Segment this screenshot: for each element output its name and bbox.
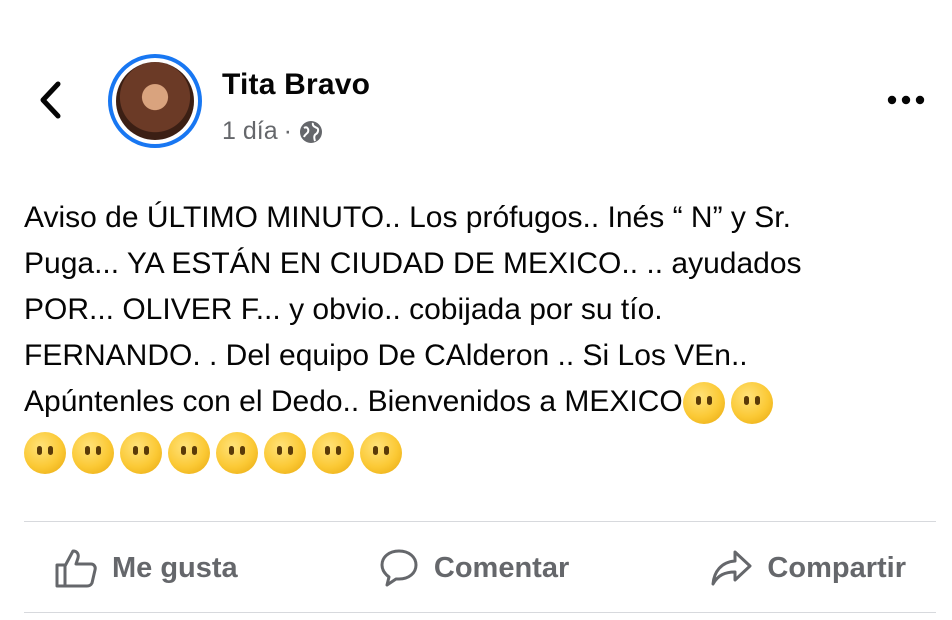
post-text-line-with-emoji: Apúntenles con el Dedo.. Bienvenidos a M…	[24, 379, 936, 425]
face-without-mouth-emoji	[168, 432, 210, 475]
share-button[interactable]: Compartir	[679, 548, 936, 588]
like-label: Me gusta	[112, 551, 238, 584]
meta-separator: ·	[283, 117, 292, 145]
post-text-line: FERNANDO. . Del equipo De CAlderon .. Si…	[24, 339, 748, 372]
post-time[interactable]: 1 día	[222, 117, 278, 146]
face-without-mouth-emoji	[120, 432, 162, 475]
share-label: Compartir	[767, 551, 906, 584]
face-without-mouth-emoji	[216, 432, 258, 475]
face-without-mouth-emoji	[730, 382, 773, 425]
face-without-mouth-emoji	[264, 432, 306, 475]
avatar-image	[116, 62, 194, 140]
more-options-button[interactable]	[880, 82, 932, 118]
post-meta: 1 día ·	[222, 117, 324, 146]
more-horizontal-icon	[887, 95, 925, 105]
emoji-group	[24, 432, 402, 475]
back-button[interactable]	[30, 78, 70, 122]
face-without-mouth-emoji	[24, 432, 66, 475]
comment-button[interactable]: Comentar	[348, 547, 599, 589]
post-body: Aviso de ÚLTIMO MINUTO.. Los prófugos.. …	[24, 195, 936, 475]
post-text-line: Aviso de ÚLTIMO MINUTO.. Los prófugos.. …	[24, 201, 791, 234]
divider-bottom	[24, 612, 936, 613]
face-without-mouth-emoji	[312, 432, 354, 475]
emoji-group	[682, 382, 773, 425]
post-actions-bar: Me gusta Comentar Compartir	[24, 522, 936, 614]
share-arrow-icon	[711, 550, 752, 586]
face-without-mouth-emoji	[72, 432, 114, 475]
emoji-line	[24, 429, 936, 475]
chevron-left-icon	[40, 81, 61, 119]
face-without-mouth-emoji	[682, 382, 725, 425]
author-avatar[interactable]	[108, 54, 202, 148]
like-button[interactable]: Me gusta	[24, 547, 268, 589]
face-without-mouth-emoji	[360, 432, 402, 475]
comment-label: Comentar	[433, 551, 570, 584]
post-text-line: Apúntenles con el Dedo.. Bienvenidos a M…	[24, 385, 683, 418]
thumbs-up-icon	[55, 549, 97, 588]
globe-icon	[299, 120, 322, 143]
author-name[interactable]: Tita Bravo	[222, 68, 370, 102]
post-text-line: Puga... YA ESTÁN EN CIUDAD DE MEXICO.. .…	[24, 247, 802, 280]
post-text-line: POR... OLIVER F... y obvio.. cobijada po…	[24, 293, 663, 326]
speech-bubble-icon	[380, 549, 418, 587]
